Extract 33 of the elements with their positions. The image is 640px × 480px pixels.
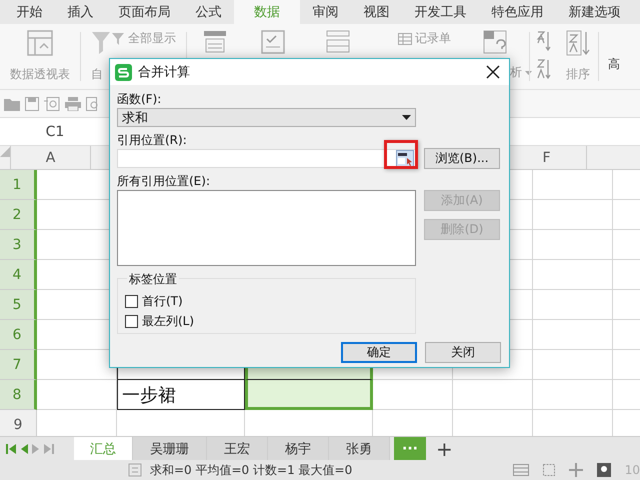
ok-button[interactable]: 确定 [341,342,417,363]
advanced-label[interactable]: 高 [608,56,620,73]
status-summary: 求和=0 平均值=0 计数=1 最大值=0 [150,462,352,478]
ribbon-tab[interactable]: 视图 [351,0,402,24]
sheet-tab[interactable]: 汇总 [74,437,133,460]
browse-button[interactable]: 浏览(B)... [424,148,500,169]
sheet-tab[interactable]: 王宏 [207,437,268,460]
all-references-label: 所有引用位置(E): [117,174,211,189]
add-sheet-button[interactable]: + [426,437,463,460]
column-header[interactable]: A [11,146,91,170]
column-header[interactable]: F [507,146,587,170]
function-dropdown[interactable]: 求和 [117,108,416,127]
checkbox-label[interactable]: 最左列(L) [142,313,194,330]
ribbon-tab[interactable]: 公式 [183,0,234,24]
sheet-tab[interactable]: 张勇 [329,437,390,460]
function-label: 函数(F): [117,92,162,107]
ribbon-tab[interactable]: 开发工具 [402,0,479,24]
row-header[interactable]: 9 [0,410,37,436]
reference-label: 引用位置(R): [117,133,188,148]
close-button[interactable]: 关闭 [425,342,501,363]
group-title: 标签位置 [127,271,179,288]
sheet-tab[interactable]: 杨宇 [268,437,329,460]
dialog-title: 合并计算 [138,64,191,81]
ribbon-tab[interactable]: 页面布局 [106,0,183,24]
ribbon-tab[interactable]: 开始 [4,0,55,24]
ribbon-tab[interactable]: 审阅 [300,0,351,24]
checkbox-label[interactable]: 首行(T) [142,293,183,310]
ribbon-tab[interactable]: 特色应用 [479,0,556,24]
ribbon-tab[interactable]: 插入 [55,0,106,24]
name-box[interactable]: C1 [0,118,110,145]
zoom-level: 10 [624,463,640,477]
ribbon-tab[interactable]: 新建选项 [556,0,633,24]
sheet-tab[interactable]: 吴珊珊 [133,437,207,460]
